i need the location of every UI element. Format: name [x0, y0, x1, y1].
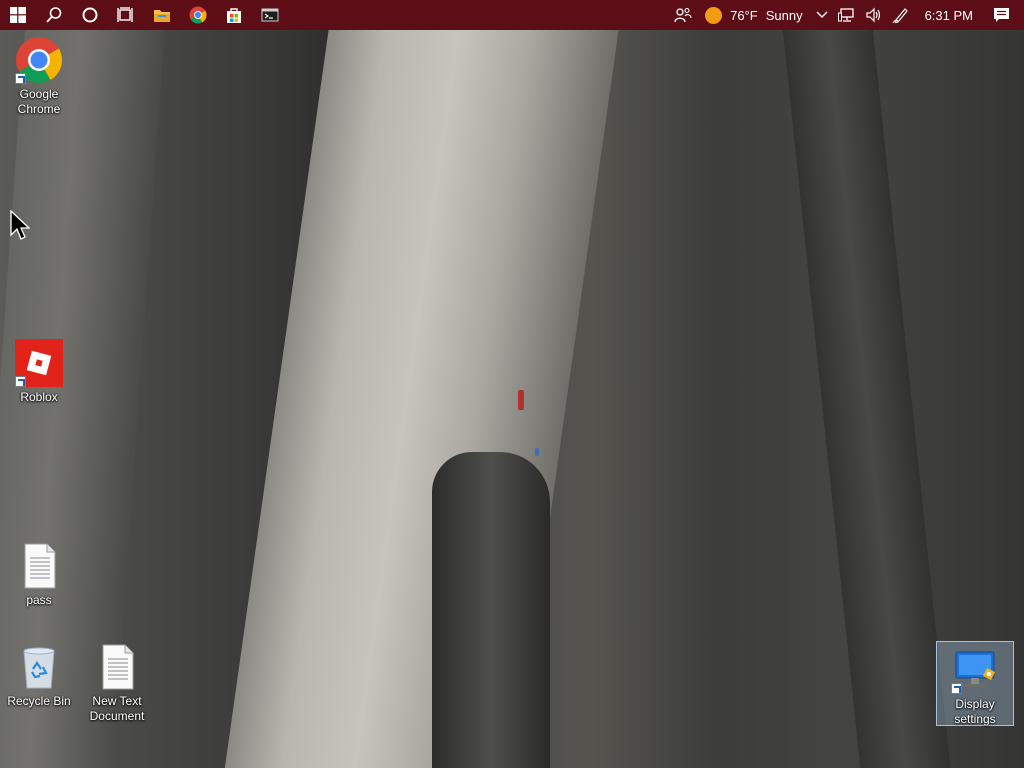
- cortana-button[interactable]: [72, 0, 108, 30]
- desktop-icon-label: Google Chrome: [17, 87, 61, 116]
- store-icon: [227, 8, 241, 23]
- file-explorer-button[interactable]: [144, 0, 180, 30]
- start-button[interactable]: [0, 0, 36, 30]
- desktop-icon-label: Recycle Bin: [7, 694, 71, 708]
- shortcut-arrow-icon: [15, 376, 26, 387]
- desktop-icon-pass[interactable]: pass: [4, 542, 74, 608]
- volume-button[interactable]: [860, 0, 887, 30]
- text-file-icon: [15, 542, 63, 590]
- clock-button[interactable]: 6:31 PM: [915, 0, 983, 30]
- clock-time: 6:31 PM: [924, 7, 973, 23]
- file-explorer-icon: [154, 10, 170, 22]
- shortcut-arrow-icon: [15, 73, 26, 84]
- desktop-icon-label: Roblox: [20, 390, 58, 404]
- desktop-icon-display-settings[interactable]: Display settings: [940, 646, 1010, 727]
- weather-widget[interactable]: 76°F Sunny: [697, 0, 810, 30]
- store-button[interactable]: [216, 0, 252, 30]
- cortana-icon: [82, 7, 98, 23]
- desktop-icon-roblox[interactable]: Roblox: [4, 339, 74, 405]
- display-settings-icon: [951, 646, 999, 694]
- chrome-taskbar-button[interactable]: [180, 0, 216, 30]
- search-icon: [46, 7, 62, 23]
- wallpaper-climber: [518, 390, 524, 410]
- sun-icon: [705, 6, 723, 24]
- wallpaper-rock-pillar: [432, 452, 550, 768]
- wallpaper-rock-slab: [223, 20, 620, 768]
- desktop-icon-label: New Text Document: [89, 694, 145, 723]
- volume-icon: [865, 7, 880, 23]
- task-view-button[interactable]: [108, 0, 144, 30]
- notification-icon: [994, 8, 1009, 22]
- shortcut-arrow-icon: [951, 683, 962, 694]
- pen-icon: [892, 8, 908, 24]
- wallpaper-rock-streak: [779, 0, 951, 768]
- search-button[interactable]: [36, 0, 72, 30]
- action-center-button[interactable]: [983, 0, 1024, 30]
- terminal-button[interactable]: [252, 0, 288, 30]
- show-hidden-icons-button[interactable]: [811, 0, 833, 30]
- network-icon: [837, 8, 854, 22]
- chrome-icon: [189, 6, 207, 24]
- taskbar: 76°F Sunny 6:31 PM: [0, 0, 1024, 30]
- windows-start-icon: [10, 7, 26, 23]
- wallpaper-climber: [535, 448, 539, 456]
- chevron-down-icon: [816, 11, 828, 18]
- system-tray: 76°F Sunny 6:31 PM: [669, 0, 1024, 30]
- chrome-icon: [15, 36, 63, 84]
- mouse-cursor-icon: [10, 210, 30, 240]
- recycle-bin-icon: [15, 643, 63, 691]
- weather-condition: Sunny: [765, 7, 803, 23]
- terminal-icon: [261, 8, 279, 22]
- text-file-icon: [93, 643, 141, 691]
- task-view-icon: [117, 7, 133, 22]
- desktop-wallpaper: [0, 0, 1024, 768]
- people-icon: [674, 7, 692, 23]
- desktop-icon-label: pass: [26, 593, 52, 607]
- desktop-icon-google-chrome[interactable]: Google Chrome: [4, 36, 74, 117]
- weather-temperature: 76°F: [730, 7, 758, 23]
- desktop-icon-label: Display settings: [954, 697, 996, 726]
- roblox-icon: [15, 339, 63, 387]
- pen-workspace-button[interactable]: [887, 0, 915, 30]
- desktop-icon-new-text-document[interactable]: New Text Document: [82, 643, 152, 724]
- network-button[interactable]: [833, 0, 860, 30]
- people-button[interactable]: [669, 0, 697, 30]
- desktop-icon-recycle-bin[interactable]: Recycle Bin: [4, 643, 74, 709]
